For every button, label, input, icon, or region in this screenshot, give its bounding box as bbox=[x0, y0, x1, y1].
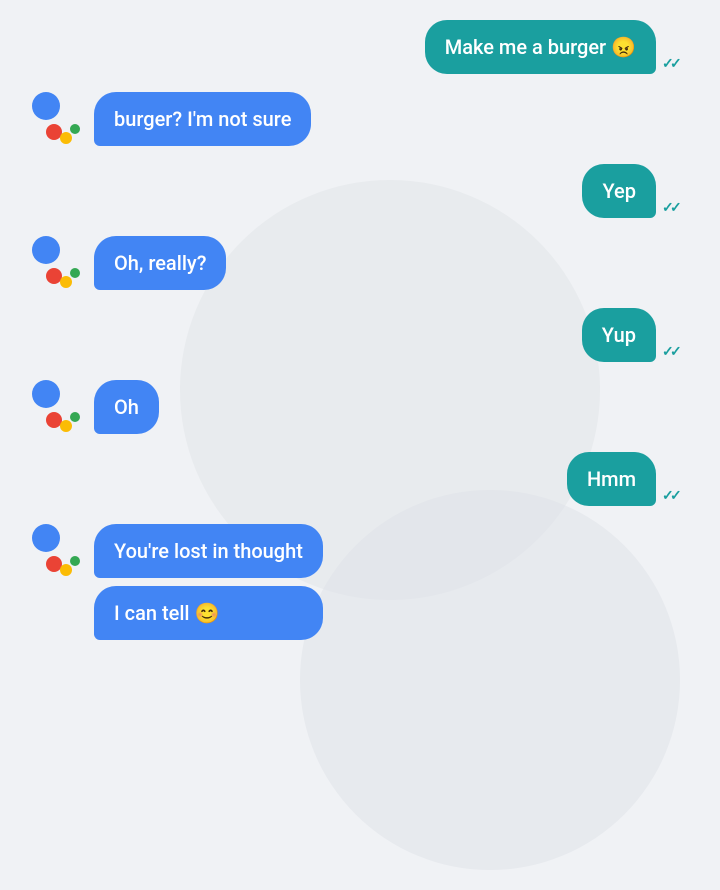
assistant-bubble-4b: I can tell 😊 bbox=[94, 586, 323, 640]
google-circle-green-2 bbox=[70, 268, 80, 278]
user-bubble-3: Yup bbox=[582, 308, 656, 362]
double-check-icon-4 bbox=[662, 488, 684, 502]
message-row-assistant-2: Oh, really? bbox=[16, 236, 704, 290]
google-circle-blue-2 bbox=[32, 236, 60, 264]
message-row-user-4: Hmm bbox=[16, 452, 704, 506]
assistant-avatar-3 bbox=[32, 380, 84, 432]
google-circle-yellow-3 bbox=[60, 420, 72, 432]
user-bubble-4: Hmm bbox=[567, 452, 656, 506]
user-bubble-1: Make me a burger 😠 bbox=[425, 20, 656, 74]
google-circle-green-4 bbox=[70, 556, 80, 566]
chat-container: Make me a burger 😠 burger? I'm not sure … bbox=[0, 0, 720, 660]
assistant-bubble-3: Oh bbox=[94, 380, 159, 434]
google-circle-blue-3 bbox=[32, 380, 60, 408]
google-circle-green-3 bbox=[70, 412, 80, 422]
google-circle-yellow bbox=[60, 132, 72, 144]
read-receipt-4 bbox=[662, 488, 684, 502]
read-receipt-2 bbox=[662, 200, 684, 214]
google-circle-blue bbox=[32, 92, 60, 120]
assistant-bubble-1: burger? I'm not sure bbox=[94, 92, 311, 146]
assistant-avatar-4 bbox=[32, 524, 84, 576]
message-row-user-3: Yup bbox=[16, 308, 704, 362]
assistant-bubble-4a: You're lost in thought bbox=[94, 524, 323, 578]
message-row-assistant-4: You're lost in thought I can tell 😊 bbox=[16, 524, 704, 640]
google-circle-yellow-2 bbox=[60, 276, 72, 288]
assistant-messages-3: Oh bbox=[94, 380, 159, 434]
double-check-icon-2 bbox=[662, 200, 684, 214]
read-receipt-1 bbox=[662, 56, 684, 70]
message-row-assistant-3: Oh bbox=[16, 380, 704, 434]
google-circle-green bbox=[70, 124, 80, 134]
assistant-messages-2: Oh, really? bbox=[94, 236, 226, 290]
assistant-messages-1: burger? I'm not sure bbox=[94, 92, 311, 146]
google-circle-blue-4 bbox=[32, 524, 60, 552]
google-circle-yellow-4 bbox=[60, 564, 72, 576]
assistant-messages-4: You're lost in thought I can tell 😊 bbox=[94, 524, 323, 640]
double-check-icon-1 bbox=[662, 56, 684, 70]
message-row-user-1: Make me a burger 😠 bbox=[16, 20, 704, 74]
assistant-avatar-2 bbox=[32, 236, 84, 288]
message-row-user-2: Yep bbox=[16, 164, 704, 218]
assistant-avatar-1 bbox=[32, 92, 84, 144]
user-bubble-2: Yep bbox=[582, 164, 656, 218]
read-receipt-3 bbox=[662, 344, 684, 358]
assistant-bubble-2: Oh, really? bbox=[94, 236, 226, 290]
message-row-assistant-1: burger? I'm not sure bbox=[16, 92, 704, 146]
double-check-icon-3 bbox=[662, 344, 684, 358]
